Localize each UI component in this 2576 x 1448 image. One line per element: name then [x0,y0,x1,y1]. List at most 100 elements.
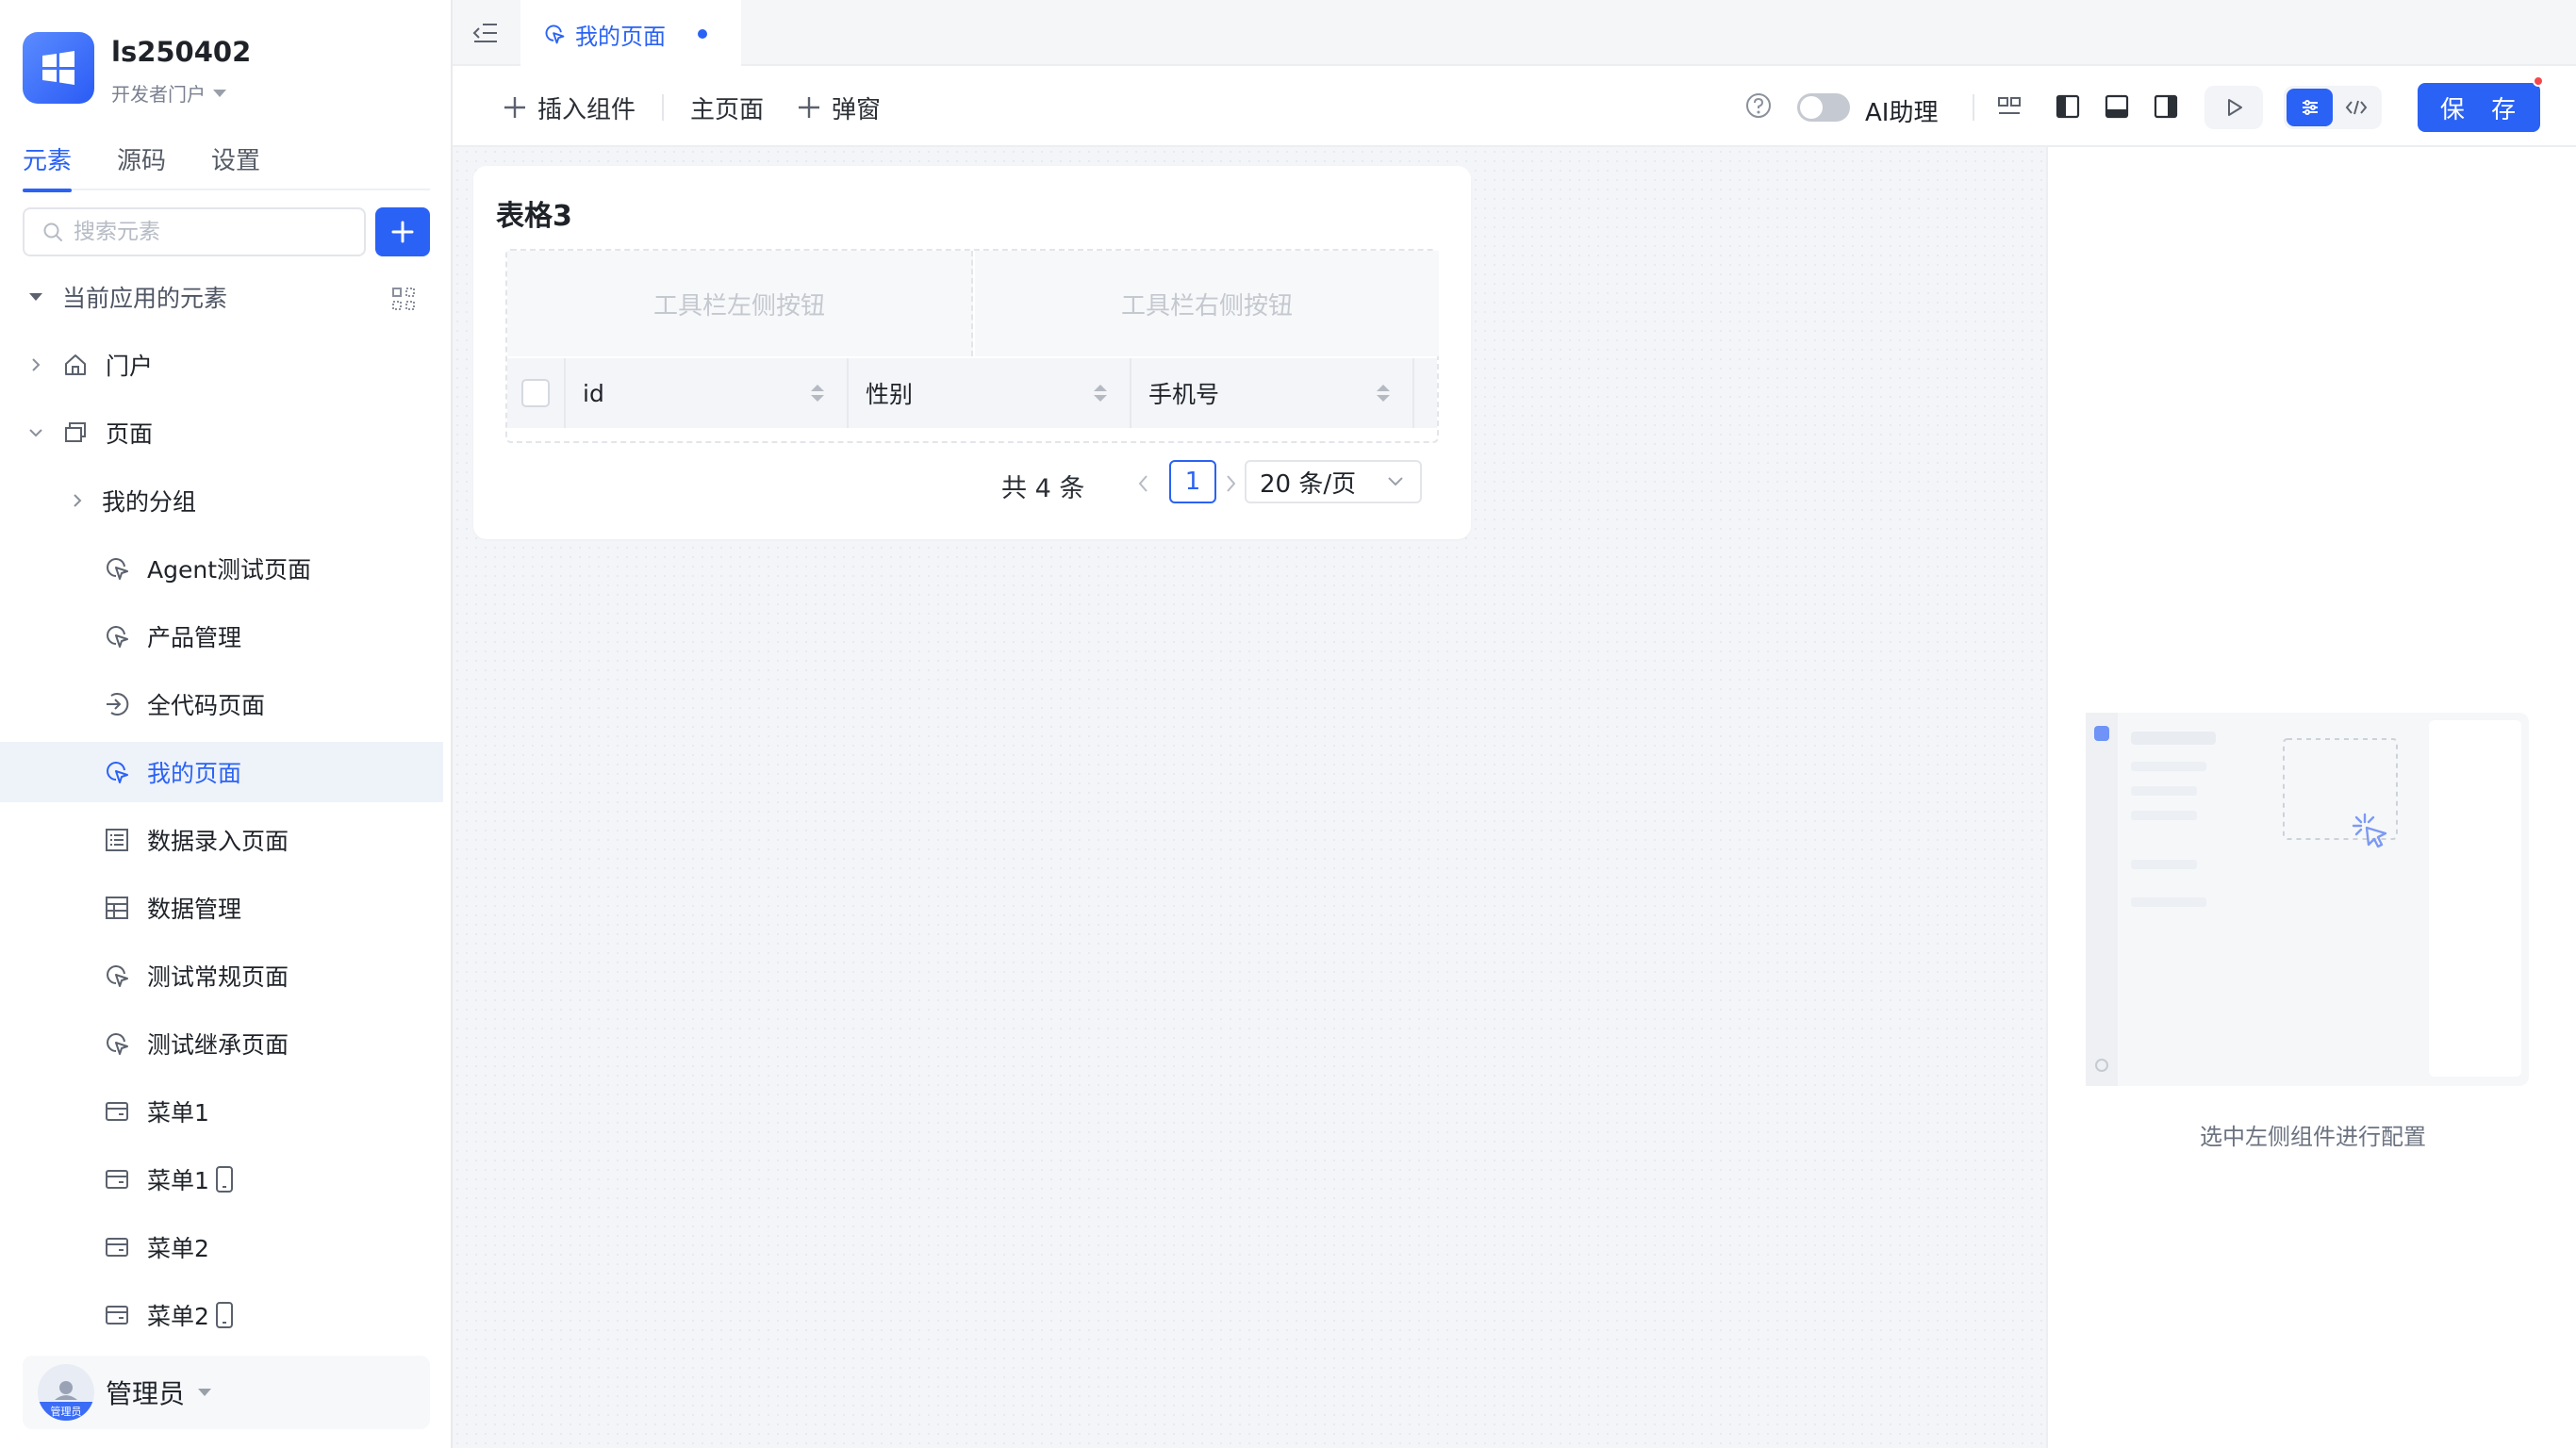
sliders-icon [2302,100,2318,115]
left-panel-toggle-icon[interactable] [2054,92,2082,121]
app-name: ls250402 [111,36,252,68]
tree-item-agent-test-page[interactable]: Agent测试页面 [0,538,443,599]
table-icon [104,895,130,921]
tree-item-test-normal-page[interactable]: 测试常规页面 [0,946,443,1006]
table-title: 表格3 [496,200,572,233]
tree-item-label: 菜单2 [147,1235,209,1262]
tree-item-test-inherit-page[interactable]: 测试继承页面 [0,1013,443,1074]
form-icon [104,827,130,853]
bottom-panel-toggle-icon[interactable] [2103,92,2131,121]
add-element-button[interactable] [375,207,430,256]
tree-item-label: 产品管理 [147,624,242,651]
tree-item-label: 测试常规页面 [147,963,289,991]
insert-component-label: 插入组件 [537,95,636,124]
right-panel-toggle-icon[interactable] [2152,92,2180,121]
tab-elements[interactable]: 元素 [23,141,73,192]
toggle-knob [1800,96,1823,119]
page-size-select[interactable]: 20 条/页 [1245,460,1422,503]
tab-settings[interactable]: 设置 [211,141,260,190]
column-header-phone[interactable]: 手机号 [1130,358,1412,428]
config-hint: 选中左侧组件进行配置 [2200,1124,2426,1150]
tree-item-label: 菜单2 [147,1303,209,1330]
editor-toolbar: 插入组件 主页面 弹窗 AI助理 保 存 [453,68,2576,147]
divider [662,94,665,121]
chevron-down-icon [25,421,47,444]
triangle-down-icon [25,286,47,308]
tab-label: 我的页面 [575,23,666,50]
select-all-checkbox[interactable] [521,379,550,407]
collapse-all-icon[interactable] [390,286,417,312]
prev-page-icon[interactable] [1135,473,1152,494]
tree-item-portal[interactable]: 门户 [0,335,443,395]
code-icon [2345,100,2367,115]
caret-down-icon [213,89,226,97]
toolbar-right-slot[interactable]: 工具栏右侧按钮 [975,251,1439,356]
add-popup-button[interactable]: 弹窗 [796,90,881,125]
search-input[interactable] [74,220,338,244]
search-box [23,207,366,256]
tree-item-my-group[interactable]: 我的分组 [0,470,443,531]
sort-icon [1377,385,1390,402]
user-name: 管理员 [106,1378,186,1409]
code-mode-button[interactable] [2333,89,2379,126]
collapse-sidebar-icon[interactable] [471,19,500,47]
design-canvas[interactable]: 表格3 工具栏左侧按钮 工具栏右侧按钮 id 性别 手机号 共 4 条 1 20… [453,147,2046,1448]
column-divider [1412,358,1422,428]
tree-item-data-entry-page[interactable]: 数据录入页面 [0,810,443,870]
page-icon [104,1030,130,1057]
tab-my-page[interactable]: 我的页面 [520,0,741,68]
caret-down-icon [198,1389,212,1396]
sidebar: ls250402 开发者门户 元素 源码 设置 当前应用的元素 [0,0,453,1448]
toolbar-left-slot[interactable]: 工具栏左侧按钮 [507,251,973,356]
tree-item-menu1-mobile[interactable]: 菜单1 [0,1149,443,1209]
tree-item-label: 数据管理 [147,896,242,923]
table-component-card[interactable]: 表格3 工具栏左侧按钮 工具栏右侧按钮 id 性别 手机号 共 4 条 1 20… [473,166,1471,539]
unsaved-badge [2533,75,2544,87]
tree-item-full-code-page[interactable]: 全代码页面 [0,674,443,734]
tree-item-pages[interactable]: 页面 [0,403,443,463]
user-menu[interactable]: 管理员 管理员 [23,1356,430,1429]
save-button[interactable]: 保 存 [2418,83,2540,132]
next-page-icon[interactable] [1222,473,1239,494]
column-label: id [583,379,604,407]
page-icon [104,963,130,989]
visual-mode-button[interactable] [2287,89,2333,126]
tree-item-data-management[interactable]: 数据管理 [0,878,443,938]
pages-icon [62,420,89,446]
tree-item-label: Agent测试页面 [147,556,311,584]
plus-icon [391,221,414,243]
page-size-value: 20 条/页 [1260,469,1357,499]
portal-switcher[interactable]: 开发者门户 [111,79,251,107]
help-icon[interactable] [1744,91,1773,120]
insert-component-button[interactable]: 插入组件 [502,90,636,125]
ai-assistant-toggle[interactable] [1797,93,1850,122]
home-icon [62,352,89,378]
tree-item-menu1[interactable]: 菜单1 [0,1081,443,1142]
ai-assistant-label: AI助理 [1865,99,1939,127]
empty-state-illustration [2086,713,2529,1086]
tree-item-label: 我的页面 [147,760,242,787]
plus-icon [799,97,820,118]
tree-item-menu2[interactable]: 菜单2 [0,1217,443,1277]
mobile-icon [215,1165,234,1193]
menu-icon [104,1098,130,1125]
column-label: 手机号 [1148,381,1220,408]
component-tree-icon[interactable] [1995,92,2023,121]
main-page-button[interactable]: 主页面 [690,90,764,125]
tree-item-my-page[interactable]: 我的页面 [0,742,443,802]
tree-item-product-management[interactable]: 产品管理 [0,606,443,666]
preview-button[interactable] [2204,86,2263,129]
config-panel: 选中左侧组件进行配置 [2046,147,2576,1448]
table-component[interactable]: 工具栏左侧按钮 工具栏右侧按钮 id 性别 手机号 [505,249,1439,443]
column-header-id[interactable]: id [564,358,847,428]
tree-item-menu2-mobile[interactable]: 菜单2 [0,1285,443,1345]
tree-section-current-app[interactable]: 当前应用的元素 [0,267,443,327]
select-all-cell [507,358,564,428]
element-tree: 当前应用的元素 门户 页面 我的分组 Agent测试页面 产品管理 全代码页面 … [0,267,443,1353]
page-icon [543,23,566,45]
column-header-gender[interactable]: 性别 [847,358,1130,428]
page-number-current[interactable]: 1 [1169,460,1216,503]
menu-icon [104,1234,130,1260]
tree-item-label: 数据录入页面 [147,828,289,855]
tab-source[interactable]: 源码 [117,141,166,190]
